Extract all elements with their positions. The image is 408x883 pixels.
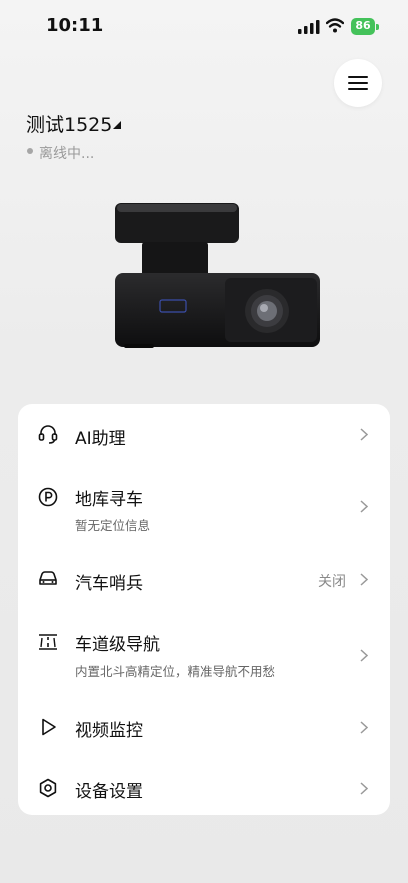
menu-item-title: 车道级导航 xyxy=(75,635,160,655)
chevron-right-icon xyxy=(360,782,368,795)
lane-navigation-icon xyxy=(39,634,57,650)
chevron-right-icon xyxy=(360,428,368,441)
menu-item-title: 设备设置 xyxy=(75,782,143,802)
device-name[interactable]: 测试1525 xyxy=(26,110,112,137)
menu-item-video-monitoring[interactable]: 视频监控 xyxy=(18,698,390,758)
menu-item-subtitle: 暂无定位信息 xyxy=(75,518,151,533)
menu-item-subtitle: 内置北斗高精定位，精准导航不用愁 xyxy=(75,664,276,679)
chevron-right-icon xyxy=(360,573,368,586)
car-icon xyxy=(39,571,57,585)
menu-item-title: 地库寻车 xyxy=(75,490,143,510)
parking-icon xyxy=(38,487,58,507)
status-bar: 10:11 86 xyxy=(0,0,408,54)
headset-icon xyxy=(38,425,58,444)
chevron-right-icon xyxy=(360,649,368,662)
menu-item-title: 汽车哨兵 xyxy=(75,574,143,594)
status-time: 10:11 xyxy=(46,15,104,36)
battery-level: 86 xyxy=(355,19,371,32)
menu-item-value: 关闭 xyxy=(318,574,346,590)
menu-item-device-settings[interactable]: 设备设置 xyxy=(18,758,390,815)
play-icon xyxy=(42,718,56,736)
gear-icon xyxy=(39,778,57,798)
menu-item-car-sentry[interactable]: 汽车哨兵 关闭 xyxy=(18,546,390,608)
battery-indicator: 86 xyxy=(351,18,379,35)
chevron-right-icon xyxy=(360,500,368,513)
menu-item-lane-navigation[interactable]: 车道级导航 内置北斗高精定位，精准导航不用愁 xyxy=(18,608,390,698)
wifi-icon xyxy=(326,18,344,33)
menu-item-title: 视频监控 xyxy=(75,721,143,741)
dashcam-image xyxy=(115,203,320,348)
menu-item-parking-finder[interactable]: 地库寻车 暂无定位信息 xyxy=(18,466,390,546)
cellular-signal-icon xyxy=(298,20,320,34)
offline-dot xyxy=(27,148,33,154)
device-status: 离线中... xyxy=(39,146,95,162)
hamburger-icon xyxy=(348,76,368,90)
menu-button[interactable] xyxy=(334,59,382,107)
menu-item-ai-assistant[interactable]: AI助理 xyxy=(18,404,390,466)
chevron-right-icon xyxy=(360,721,368,734)
feature-menu-card: AI助理 地库寻车 暂无定位信息 汽车哨兵 关闭 车道级导航 内置北斗高精定位，… xyxy=(18,404,390,815)
caret-icon[interactable] xyxy=(113,121,121,129)
menu-item-title: AI助理 xyxy=(75,429,126,449)
